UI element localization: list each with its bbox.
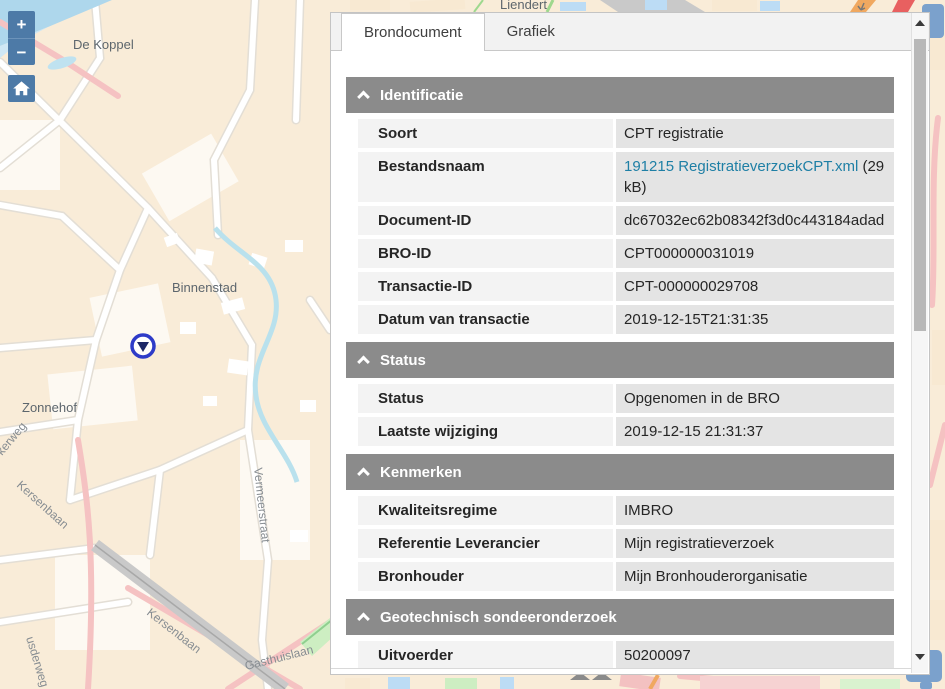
row-value: Opgenomen in de BRO [616,384,894,413]
row-label: Transactie-ID [358,272,613,301]
rows: StatusOpgenomen in de BROLaatste wijzigi… [358,384,894,446]
row-value: CPT registratie [616,119,894,148]
table-row: KwaliteitsregimeIMBRO [358,496,894,525]
tab-bar: Brondocument Grafiek [331,13,929,51]
section: StatusStatusOpgenomen in de BROLaatste w… [346,342,911,446]
row-label: Referentie Leverancier [358,529,613,558]
chevron-up-icon [357,467,370,480]
row-label: Datum van transactie [358,305,613,334]
section-header[interactable]: Status [346,342,894,378]
panel-content: IdentificatieSoortCPT registratieBestand… [331,51,911,669]
row-value: Mijn Bronhouderorganisatie [616,562,894,591]
section-title: Identificatie [380,87,463,104]
table-row: Datum van transactie2019-12-15T21:31:35 [358,305,894,334]
row-value: 50200097 [616,641,894,669]
row-label: Kwaliteitsregime [358,496,613,525]
row-value: dc67032ec62b08342f3d0c443184adad [616,206,894,235]
file-link[interactable]: 191215 RegistratieverzoekCPT.xml [624,158,858,175]
chevron-up-icon [357,90,370,103]
row-value: 2019-12-15T21:31:35 [616,305,894,334]
scroll-up-icon [915,20,925,26]
label-zonnehof: Zonnehof [22,400,77,415]
tab-brondocument[interactable]: Brondocument [341,13,485,51]
section-header[interactable]: Geotechnisch sondeeronderzoek [346,599,894,635]
scroll-down-button[interactable] [912,648,928,665]
tab-grafiek[interactable]: Grafiek [485,13,577,50]
table-row: Bestandsnaam191215 RegistratieverzoekCPT… [358,152,894,202]
label-de-koppel: De Koppel [73,37,134,52]
rows: SoortCPT registratieBestandsnaam191215 R… [358,119,894,334]
table-row: Referentie LeverancierMijn registratieve… [358,529,894,558]
label-binnenstad: Binnenstad [172,280,237,295]
row-label: Uitvoerder [358,641,613,669]
row-value: CPT-000000029708 [616,272,894,301]
row-value: IMBRO [616,496,894,525]
row-value: CPT000000031019 [616,239,894,268]
label-liendert: Liendert [500,0,547,12]
row-value: Mijn registratieverzoek [616,529,894,558]
section-header[interactable]: Kenmerken [346,454,894,490]
detail-panel: Brondocument Grafiek IdentificatieSoortC… [330,12,930,675]
table-row: SoortCPT registratie [358,119,894,148]
sections-container: IdentificatieSoortCPT registratieBestand… [346,77,911,669]
row-value: 2019-12-15 21:31:37 [616,417,894,446]
section: KenmerkenKwaliteitsregimeIMBROReferentie… [346,454,911,591]
app-window: De Koppel Liendert Binnenstad Zonnehof k… [0,0,945,689]
table-row: StatusOpgenomen in de BRO [358,384,894,413]
scroll-down-icon [915,654,925,660]
table-row: BRO-IDCPT000000031019 [358,239,894,268]
section: Geotechnisch sondeeronderzoek Uitvoerder5… [346,599,911,669]
chevron-up-icon [357,612,370,625]
row-label: Status [358,384,613,413]
map-marker[interactable] [129,332,157,360]
scroll-up-button[interactable] [912,14,928,31]
table-row: BronhouderMijn Bronhouderorganisatie [358,562,894,591]
section: IdentificatieSoortCPT registratieBestand… [346,77,911,334]
row-label: Bronhouder [358,562,613,591]
section-title: Kenmerken [380,464,462,481]
scrollbar[interactable] [911,13,928,673]
zoom-in-button[interactable]: + [8,11,35,38]
section-header[interactable]: Identificatie [346,77,894,113]
home-button[interactable] [8,75,35,102]
section-title: Status [380,352,426,369]
home-icon [12,79,31,98]
table-row: Document-IDdc67032ec62b08342f3d0c443184a… [358,206,894,235]
row-label: Document-ID [358,206,613,235]
scrollbar-thumb[interactable] [914,39,926,331]
table-row: Transactie-IDCPT-000000029708 [358,272,894,301]
zoom-out-button[interactable]: − [8,38,35,65]
section-title: Geotechnisch sondeeronderzoek [380,609,617,626]
table-row: Uitvoerder50200097 [358,641,894,669]
rows: Uitvoerder50200097 [358,641,894,669]
zoom-control: + − [8,11,35,65]
row-label: Soort [358,119,613,148]
chevron-up-icon [357,355,370,368]
rows: KwaliteitsregimeIMBROReferentie Leveranc… [358,496,894,591]
table-row: Laatste wijziging2019-12-15 21:31:37 [358,417,894,446]
row-label: Bestandsnaam [358,152,613,202]
row-value: 191215 RegistratieverzoekCPT.xml (29 kB) [616,152,894,202]
row-label: Laatste wijziging [358,417,613,446]
row-label: BRO-ID [358,239,613,268]
